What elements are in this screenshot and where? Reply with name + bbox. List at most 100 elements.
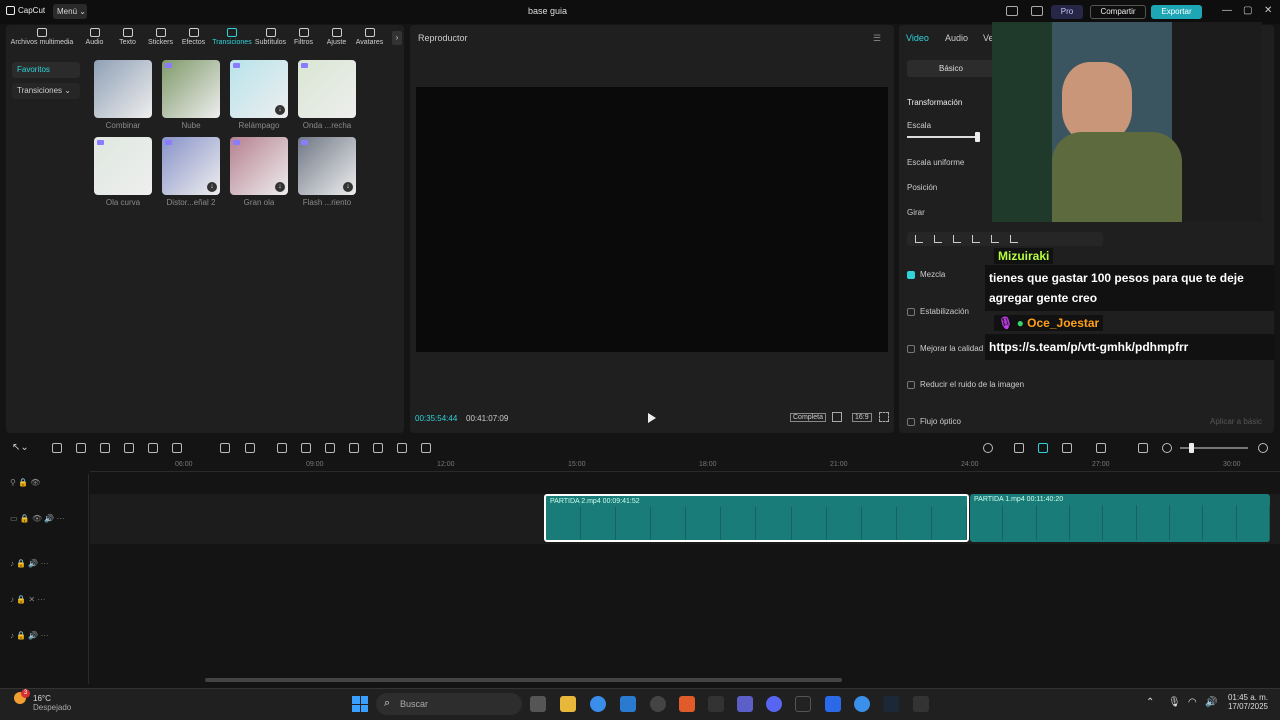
tab-media[interactable]: Archivos multimedia <box>6 25 78 51</box>
capcut-task-icon-2[interactable] <box>913 696 929 712</box>
maximize-icon[interactable]: ▢ <box>1243 5 1252 16</box>
weather-widget[interactable]: 16°C Despejado <box>33 694 71 712</box>
basic-button[interactable]: Básico <box>907 60 995 77</box>
obs-icon[interactable] <box>650 696 666 712</box>
split-icon[interactable] <box>100 443 110 453</box>
zoom-out-icon[interactable] <box>1162 443 1172 453</box>
quality-checkbox[interactable] <box>907 345 915 353</box>
transition-card[interactable] <box>298 60 356 118</box>
trim-right-icon[interactable] <box>148 443 158 453</box>
mic-icon[interactable]: 🎙 <box>1168 697 1181 708</box>
start-icon[interactable] <box>352 696 368 712</box>
layout-icon[interactable] <box>1006 6 1018 16</box>
preview-screen[interactable] <box>416 87 888 352</box>
app-icon[interactable] <box>825 696 841 712</box>
player-menu-icon[interactable]: ☰ <box>873 33 881 44</box>
transform-section[interactable]: Transformación <box>907 98 962 107</box>
record-audio-icon[interactable] <box>983 443 993 453</box>
export-button[interactable]: Exportar <box>1151 5 1202 19</box>
tab-audio[interactable]: Audio <box>78 25 111 51</box>
transition-card[interactable] <box>162 60 220 118</box>
discord-icon[interactable] <box>766 696 782 712</box>
sidebar-item-transitions[interactable]: Transiciones ⌄ <box>12 83 80 99</box>
select-tool-icon[interactable]: ↖⌄ <box>12 442 29 453</box>
close-icon[interactable]: ✕ <box>1264 5 1272 16</box>
align-bottom-icon[interactable] <box>1010 235 1018 243</box>
tab-adjust[interactable]: Ajuste <box>320 25 353 51</box>
tab-sticker[interactable]: Stickers <box>144 25 177 51</box>
tab-effects[interactable]: Efectos <box>177 25 210 51</box>
pro-button[interactable]: Pro <box>1051 5 1083 19</box>
sidebar-item-favorites[interactable]: Favoritos <box>12 62 80 78</box>
task-view-icon[interactable] <box>530 696 546 712</box>
delete-icon[interactable] <box>172 443 182 453</box>
fullscreen-icon[interactable] <box>879 412 889 422</box>
ratio-button[interactable]: 16:9 <box>852 413 872 422</box>
snap-icon[interactable] <box>1038 443 1048 453</box>
noise-checkbox[interactable] <box>907 381 915 389</box>
teams-icon[interactable] <box>737 696 753 712</box>
fit-button[interactable]: Completa <box>790 413 826 422</box>
scale-slider[interactable] <box>907 136 979 138</box>
clip-partida-1[interactable]: PARTIDA 1.mp4 00:11:40:20 <box>970 494 1270 542</box>
tab-avatar[interactable]: Avatares <box>353 25 386 51</box>
align-center-icon[interactable] <box>934 235 942 243</box>
download-icon[interactable]: ↓ <box>207 182 217 192</box>
export-frame-icon[interactable] <box>397 443 407 453</box>
volume-icon[interactable]: 🔊 <box>1205 697 1217 708</box>
copilot-icon[interactable] <box>590 696 606 712</box>
transition-card[interactable]: ↓ <box>230 60 288 118</box>
split-audio-icon[interactable] <box>1096 443 1106 453</box>
tab-filter[interactable]: Filtros <box>287 25 320 51</box>
stabilization-checkbox[interactable] <box>907 308 915 316</box>
apply-basic-button[interactable]: Aplicar a básic <box>1210 417 1262 426</box>
tab-audio[interactable]: Audio <box>945 33 968 43</box>
magic-icon[interactable] <box>421 443 431 453</box>
brave-icon[interactable] <box>679 696 695 712</box>
crop-tool-icon[interactable] <box>220 443 230 453</box>
scale-slider-knob[interactable] <box>975 132 980 142</box>
ai-effects-icon[interactable] <box>349 443 359 453</box>
terminal-icon[interactable] <box>795 696 811 712</box>
tab-transition[interactable]: Transiciones <box>210 25 254 51</box>
minimize-icon[interactable]: — <box>1222 5 1232 16</box>
clip-partida-2[interactable]: PARTIDA 2.mp4 00:09:41:52 <box>544 494 969 542</box>
download-icon[interactable]: ↓ <box>343 182 353 192</box>
download-icon[interactable]: ↓ <box>275 105 285 115</box>
transition-card[interactable]: ↓ <box>298 137 356 195</box>
store-icon[interactable] <box>620 696 636 712</box>
redo-icon[interactable] <box>76 443 86 453</box>
transition-card[interactable] <box>94 137 152 195</box>
zoom-slider-knob[interactable] <box>1189 443 1194 453</box>
transition-card[interactable]: ↓ <box>162 137 220 195</box>
tray-chevron-icon[interactable]: ⌃ <box>1146 697 1154 708</box>
wifi-icon[interactable]: ◠ <box>1188 697 1197 708</box>
timeline-scrollbar[interactable] <box>205 678 842 682</box>
tab-video[interactable]: Video <box>906 33 929 43</box>
mirror-icon[interactable] <box>301 443 311 453</box>
transition-card[interactable] <box>94 60 152 118</box>
speed-icon[interactable] <box>245 443 255 453</box>
play-icon[interactable] <box>648 413 656 423</box>
tab-text[interactable]: Texto <box>111 25 144 51</box>
taskbar-search[interactable]: Buscar <box>376 693 522 715</box>
align-top-icon[interactable] <box>972 235 980 243</box>
caption-icon[interactable] <box>1138 443 1148 453</box>
undo-icon[interactable] <box>52 443 62 453</box>
capcut-task-icon[interactable] <box>708 696 724 712</box>
freeze-icon[interactable] <box>277 443 287 453</box>
download-icon[interactable]: ↓ <box>275 182 285 192</box>
crop-icon[interactable] <box>832 412 842 422</box>
headset-app-icon[interactable] <box>854 696 870 712</box>
align-middle-icon[interactable] <box>991 235 999 243</box>
blend-checkbox[interactable] <box>907 271 915 279</box>
auto-reframe-icon[interactable] <box>325 443 335 453</box>
trim-left-icon[interactable] <box>124 443 134 453</box>
mask-icon[interactable] <box>373 443 383 453</box>
clock[interactable]: 01:45 a. m. 17/07/2025 <box>1222 693 1268 711</box>
shortcuts-icon[interactable] <box>1031 6 1043 16</box>
steam-icon[interactable] <box>883 696 899 712</box>
optical-flow-checkbox[interactable] <box>907 418 915 426</box>
tab-subtitles[interactable]: Subtítulos <box>254 25 287 51</box>
zoom-in-icon[interactable] <box>1258 443 1268 453</box>
